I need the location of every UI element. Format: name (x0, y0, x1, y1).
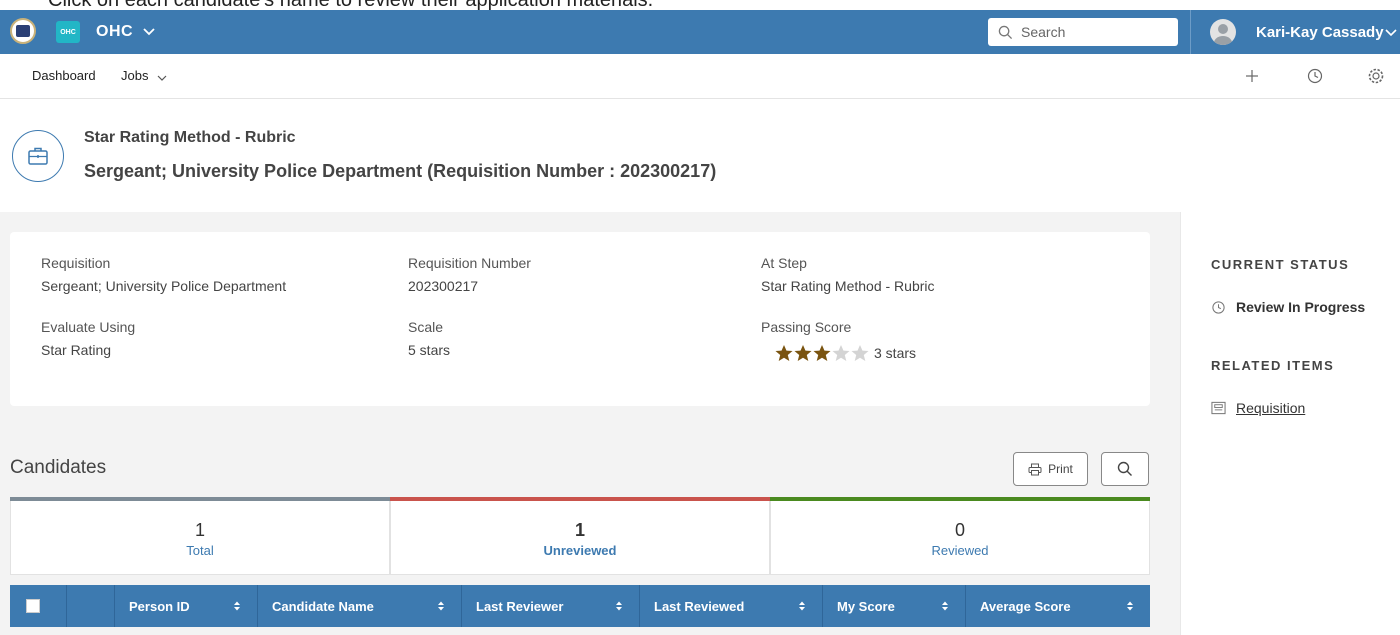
document-icon (1211, 401, 1226, 415)
sort-icon (799, 601, 805, 611)
candidates-heading: Candidates (10, 457, 107, 478)
chevron-down-icon[interactable] (156, 72, 168, 84)
secondary-nav: Dashboard Jobs (0, 54, 1400, 99)
column-label: Person ID (129, 598, 190, 614)
avatar[interactable] (1210, 19, 1236, 45)
star-empty-icon (832, 344, 850, 362)
app-name[interactable]: OHC (96, 23, 133, 41)
search-box[interactable] (988, 18, 1178, 46)
req-number-label: Requisition Number (408, 255, 531, 271)
sort-icon (234, 601, 240, 611)
related-items-heading: RELATED ITEMS (1211, 358, 1335, 373)
printer-icon (1028, 463, 1042, 475)
stat-label: Unreviewed (543, 543, 617, 558)
chevron-down-icon[interactable] (1384, 25, 1398, 39)
stat-total[interactable]: 1 Total (10, 497, 390, 575)
stat-label: Reviewed (931, 543, 989, 558)
star-filled-icon (813, 344, 831, 362)
requisition-label: Requisition (41, 255, 111, 271)
stat-unreviewed[interactable]: 1 Unreviewed (390, 497, 770, 575)
column-label: Last Reviewer (476, 598, 564, 614)
column-label: Last Reviewed (654, 598, 745, 614)
nav-jobs[interactable]: Jobs (121, 68, 148, 83)
at-step-label: At Step (761, 255, 807, 271)
star-filled-icon (794, 344, 812, 362)
passing-score-stars: 3 stars (774, 344, 916, 362)
stat-count: 1 (574, 520, 585, 540)
passing-score-value: 3 stars (874, 345, 917, 361)
stat-count: 0 (954, 520, 965, 540)
scale-value: 5 stars (408, 342, 451, 358)
scale-label: Scale (408, 319, 444, 335)
column-label: Average Score (980, 598, 1071, 614)
related-requisition[interactable]: Requisition (1211, 400, 1305, 416)
column-my-score[interactable]: My Score (822, 585, 965, 627)
column-candidate-name[interactable]: Candidate Name (257, 585, 461, 627)
sort-icon (616, 601, 622, 611)
column-last-reviewer[interactable]: Last Reviewer (461, 585, 639, 627)
candidate-search-button[interactable] (1101, 452, 1149, 486)
req-number-value: 202300217 (408, 278, 479, 294)
select-all-column (10, 585, 66, 627)
stat-reviewed[interactable]: 0 Reviewed (770, 497, 1150, 575)
current-status-heading: CURRENT STATUS (1211, 257, 1350, 272)
passing-score-label: Passing Score (761, 319, 852, 335)
status-row: Review In Progress (1211, 299, 1365, 315)
page-title: Star Rating Method - Rubric (84, 129, 296, 146)
evaluate-value: Star Rating (41, 342, 112, 358)
details-card: Requisition Sergeant; University Police … (10, 232, 1150, 406)
at-step-value: Star Rating Method - Rubric (761, 278, 935, 294)
app-tile-icon[interactable]: OHC (56, 21, 80, 43)
stat-count: 1 (194, 520, 205, 540)
header-divider (1190, 10, 1191, 54)
column-last-reviewed[interactable]: Last Reviewed (639, 585, 822, 627)
sort-icon (942, 601, 948, 611)
page-subtitle: Sergeant; University Police Department (… (84, 161, 717, 181)
clock-icon[interactable] (1306, 67, 1324, 85)
main-content: Requisition Sergeant; University Police … (0, 212, 1180, 635)
gear-icon[interactable] (1367, 67, 1385, 85)
status-sidebar: CURRENT STATUS Review In Progress RELATE… (1180, 212, 1400, 635)
search-input[interactable] (1021, 24, 1161, 40)
status-value: Review In Progress (1236, 299, 1366, 315)
print-button[interactable]: Print (1013, 452, 1088, 486)
column-person-id[interactable]: Person ID (114, 585, 257, 627)
search-icon (998, 25, 1013, 39)
sort-icon (1127, 601, 1133, 611)
column-label: Candidate Name (272, 598, 374, 614)
requisition-value: Sergeant; University Police Department (41, 278, 287, 294)
university-logo[interactable] (10, 18, 36, 44)
top-bar: OHC OHC Kari-Kay Cassady (0, 10, 1400, 54)
chevron-down-icon[interactable] (141, 23, 157, 39)
print-label: Print (1048, 462, 1073, 476)
stat-label: Total (186, 543, 214, 558)
sort-icon (438, 601, 444, 611)
select-all-checkbox[interactable] (26, 599, 40, 613)
requisition-link[interactable]: Requisition (1236, 400, 1305, 416)
plus-icon[interactable] (1243, 67, 1261, 85)
user-name[interactable]: Kari-Kay Cassady (1256, 24, 1384, 41)
evaluate-label: Evaluate Using (41, 319, 136, 335)
column-average-score[interactable]: Average Score (965, 585, 1150, 627)
search-icon (1117, 461, 1132, 476)
blank-column (66, 585, 114, 627)
candidates-table-header: Person ID Candidate Name Last Reviewer L… (10, 585, 1150, 627)
briefcase-icon (12, 130, 64, 182)
column-label: My Score (837, 598, 895, 614)
clock-icon (1212, 300, 1225, 314)
star-empty-icon (851, 344, 869, 362)
star-filled-icon (775, 344, 793, 362)
nav-dashboard[interactable]: Dashboard (32, 68, 96, 83)
